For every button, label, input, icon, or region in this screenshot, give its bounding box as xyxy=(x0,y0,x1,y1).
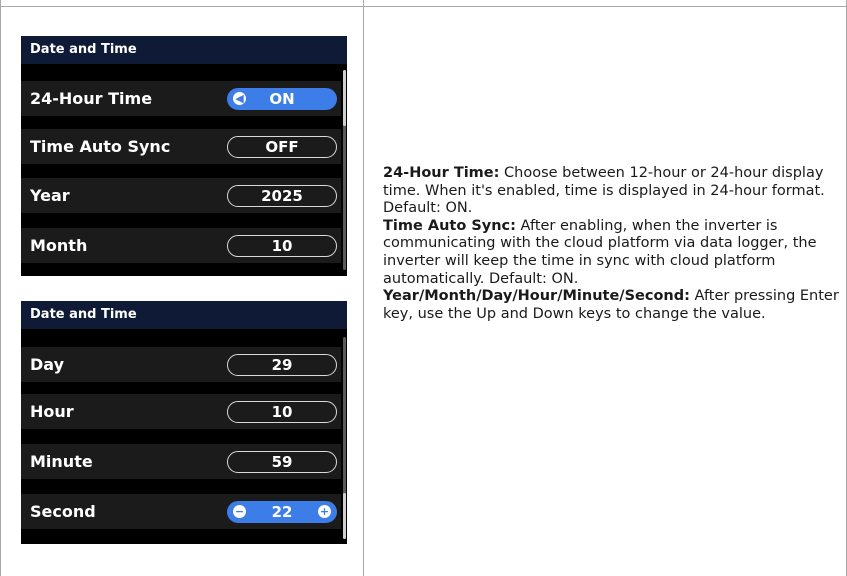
column-divider xyxy=(363,0,364,576)
top-border xyxy=(0,6,847,7)
settings-description: 24-Hour Time: Choose between 12-hour or … xyxy=(383,165,843,323)
setting-row-minute[interactable]: Minute 59 xyxy=(21,444,341,479)
setting-value: 22 xyxy=(271,502,293,521)
description-24-hour-time: 24-Hour Time: Choose between 12-hour or … xyxy=(383,165,843,218)
setting-value: 59 xyxy=(271,452,293,471)
description-time-auto-sync: Time Auto Sync: After enabling, when the… xyxy=(383,218,843,288)
setting-row-month[interactable]: Month 10 xyxy=(21,228,341,263)
setting-value: ON xyxy=(269,89,295,108)
left-border xyxy=(0,0,1,576)
description-term: Year/Month/Day/Hour/Minute/Second: xyxy=(383,288,690,305)
description-term: Time Auto Sync: xyxy=(383,217,516,234)
value-field-month[interactable]: 10 xyxy=(227,234,337,257)
minus-icon[interactable]: − xyxy=(233,504,246,518)
screen-title: Date and Time xyxy=(21,36,347,64)
toggle-time-auto-sync[interactable]: OFF xyxy=(227,135,337,158)
device-screen-2: Date and Time Day 29 Hour 10 Minute 59 S… xyxy=(21,301,347,544)
setting-row-24-hour-time[interactable]: 24-Hour Time ◀ ON xyxy=(21,81,341,116)
description-term: 24-Hour Time: xyxy=(383,165,500,181)
device-screen-1: Date and Time 24-Hour Time ◀ ON Time Aut… xyxy=(21,36,347,276)
setting-value: 29 xyxy=(271,355,293,374)
setting-row-year[interactable]: Year 2025 xyxy=(21,178,341,213)
description-date-fields: Year/Month/Day/Hour/Minute/Second: After… xyxy=(383,288,843,323)
scrollbar-thumb[interactable] xyxy=(343,493,346,539)
setting-value: 10 xyxy=(271,236,293,255)
toggle-24-hour-time[interactable]: ◀ ON xyxy=(227,87,337,110)
setting-row-second[interactable]: Second − 22 + xyxy=(21,494,341,529)
setting-value: 10 xyxy=(271,402,293,421)
value-field-day[interactable]: 29 xyxy=(227,353,337,376)
setting-value: 2025 xyxy=(261,186,303,205)
scrollbar[interactable] xyxy=(343,337,346,539)
setting-row-day[interactable]: Day 29 xyxy=(21,347,341,382)
value-field-hour[interactable]: 10 xyxy=(227,400,337,423)
value-field-year[interactable]: 2025 xyxy=(227,184,337,207)
left-triangle-icon[interactable]: ◀ xyxy=(233,91,246,105)
setting-row-time-auto-sync[interactable]: Time Auto Sync OFF xyxy=(21,129,341,164)
scrollbar[interactable] xyxy=(343,70,346,270)
stepper-second[interactable]: − 22 + xyxy=(227,500,337,523)
value-field-minute[interactable]: 59 xyxy=(227,450,337,473)
plus-icon[interactable]: + xyxy=(318,504,331,518)
scrollbar-thumb[interactable] xyxy=(343,70,346,126)
setting-value: OFF xyxy=(265,137,299,156)
setting-row-hour[interactable]: Hour 10 xyxy=(21,394,341,429)
screen-title: Date and Time xyxy=(21,301,347,329)
